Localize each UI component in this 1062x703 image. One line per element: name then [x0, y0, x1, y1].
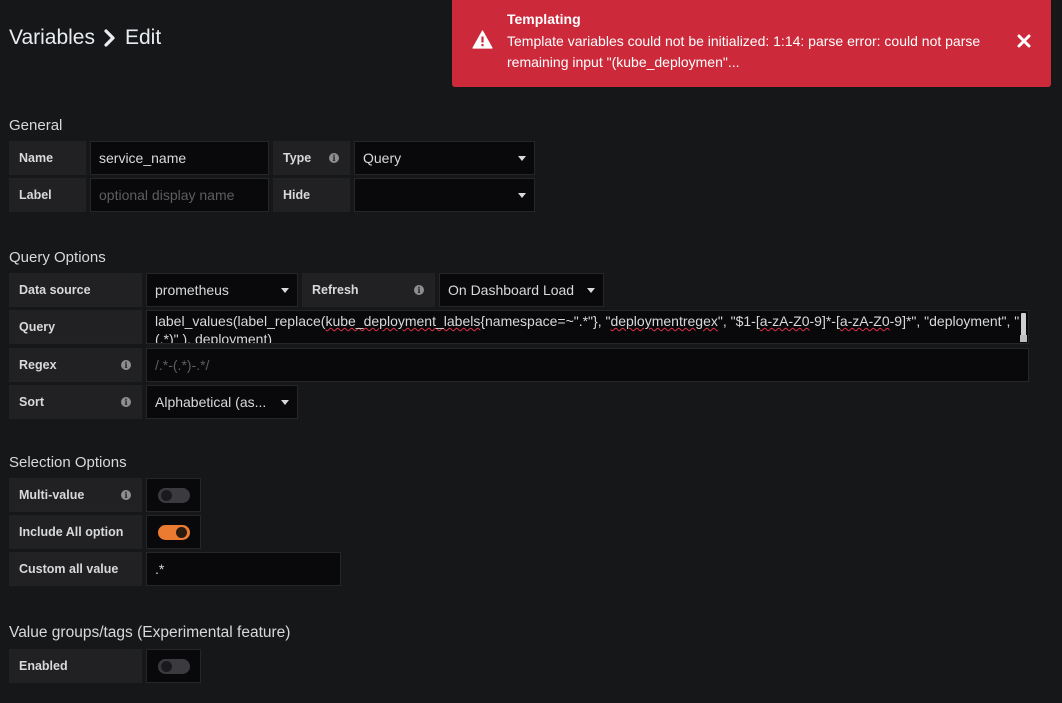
switch-knob [160, 660, 172, 672]
info-icon[interactable]: i [121, 360, 131, 370]
breadcrumb: Variables Edit [9, 26, 161, 50]
include-all-toggle-cell[interactable] [146, 515, 201, 549]
refresh-select[interactable]: On Dashboard Load [439, 273, 604, 307]
breadcrumb-edit: Edit [125, 26, 162, 49]
info-icon[interactable]: i [121, 490, 131, 500]
switch-knob [175, 526, 187, 538]
refresh-label: Refresh i [302, 273, 435, 307]
section-title-general: General [9, 117, 63, 134]
enabled-label: Enabled [9, 649, 142, 683]
section-title-selection-options: Selection Options [9, 454, 127, 471]
info-icon[interactable]: i [414, 285, 424, 295]
breadcrumb-variables[interactable]: Variables [9, 26, 95, 50]
regex-input[interactable]: /.*-(.*)-.*/ [146, 348, 1029, 382]
toast-message: Template variables could not be initiali… [507, 33, 981, 70]
general-row-1: Name service_name Type i Query [9, 141, 535, 175]
sort-select[interactable]: Alphabetical (as... [146, 385, 298, 419]
type-label: Type i [273, 141, 350, 175]
multi-value-toggle-cell[interactable] [146, 478, 201, 512]
regex-label: Regex i [9, 348, 142, 382]
name-input[interactable]: service_name [90, 141, 269, 175]
multi-value-switch[interactable] [157, 487, 190, 503]
query-textarea[interactable]: label_values(label_replace(kube_deployme… [146, 310, 1029, 344]
caret-down-icon [587, 287, 595, 293]
hide-select[interactable] [354, 178, 535, 212]
section-title-value-groups: Value groups/tags (Experimental feature) [9, 624, 291, 641]
info-icon[interactable]: i [329, 153, 339, 163]
query-line-1: label_values(label_replace(kube_deployme… [155, 313, 1020, 329]
label-label: Label [9, 178, 86, 212]
query-row-1: Data source prometheus Refresh i On Dash… [9, 273, 604, 307]
query-row-2: Query label_values(label_replace(kube_de… [9, 310, 1029, 344]
resize-handle-icon[interactable] [1020, 335, 1027, 342]
selection-row-2: Include All option [9, 515, 201, 549]
datasource-select[interactable]: prometheus [146, 273, 298, 307]
custom-all-input[interactable]: .* [146, 552, 341, 586]
warning-icon [472, 30, 493, 52]
toast-title: Templating [507, 11, 581, 27]
selection-row-1: Multi-value i [9, 478, 201, 512]
enabled-switch[interactable] [157, 658, 190, 674]
query-row-4: Sort i Alphabetical (as... [9, 385, 298, 419]
datasource-label: Data source [9, 273, 142, 307]
info-icon[interactable]: i [121, 397, 131, 407]
include-all-label: Include All option [9, 515, 142, 549]
switch-knob [160, 489, 172, 501]
query-row-3: Regex i /.*-(.*)-.*/ [9, 348, 1029, 382]
close-icon[interactable] [1017, 34, 1031, 51]
query-label: Query [9, 310, 142, 344]
label-input[interactable]: optional display name [90, 178, 269, 212]
caret-down-icon [281, 399, 289, 405]
variables-edit-page: Variables Edit General Name service_name… [0, 0, 1062, 703]
caret-down-icon [281, 287, 289, 293]
caret-down-icon [518, 155, 526, 161]
value-groups-row: Enabled [9, 649, 201, 683]
include-all-switch[interactable] [157, 524, 190, 540]
hide-label: Hide [273, 178, 350, 212]
type-select[interactable]: Query [354, 141, 535, 175]
custom-all-label: Custom all value [9, 552, 142, 586]
name-label: Name [9, 141, 86, 175]
chevron-right-icon [104, 29, 116, 47]
query-line-2: (.*)" ), deployment) [155, 331, 273, 344]
sort-label: Sort i [9, 385, 142, 419]
multi-value-label: Multi-value i [9, 478, 142, 512]
selection-row-3: Custom all value .* [9, 552, 341, 586]
caret-down-icon [518, 192, 526, 198]
general-row-2: Label optional display name Hide [9, 178, 535, 212]
enabled-toggle-cell[interactable] [146, 649, 201, 683]
error-toast: Templating Template variables could not … [452, 0, 1051, 87]
section-title-query-options: Query Options [9, 249, 106, 266]
